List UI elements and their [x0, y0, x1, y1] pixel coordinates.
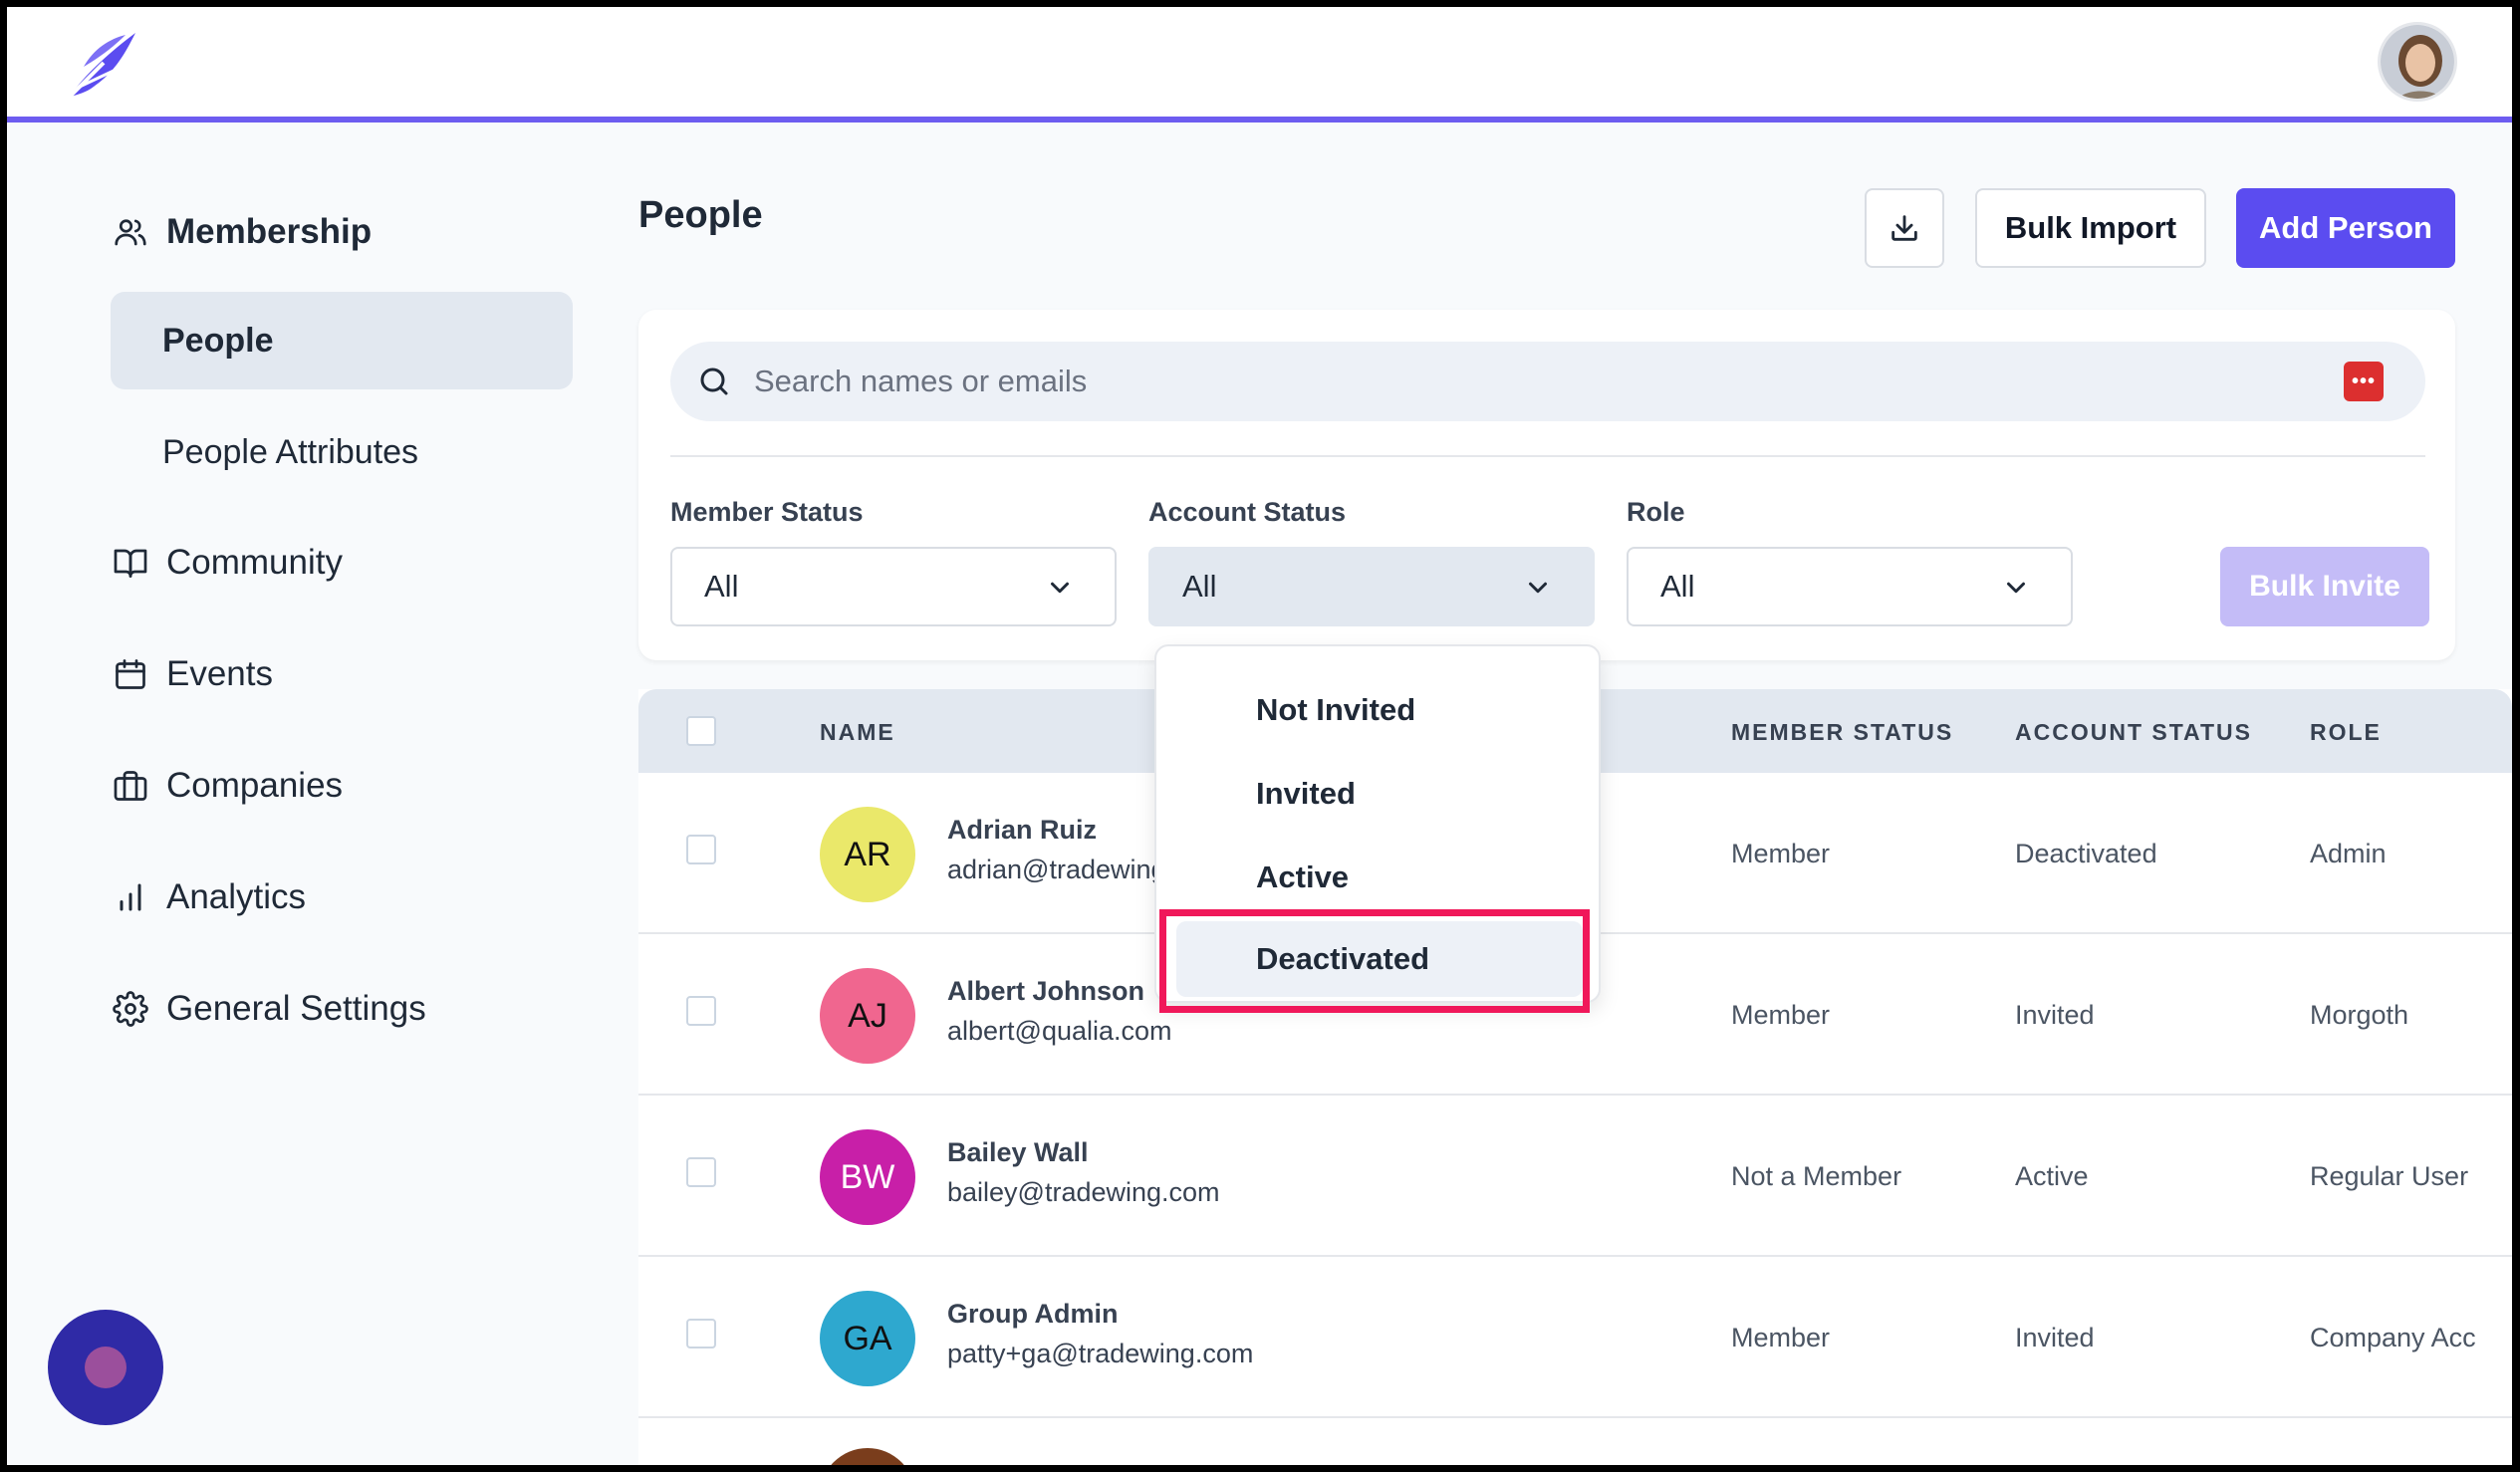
row-checkbox[interactable]: [686, 835, 716, 864]
sidebar-item-label: People: [162, 321, 274, 360]
chevron-down-icon: [2007, 582, 2025, 594]
person-name: Adrian Ruiz: [947, 815, 1098, 845]
user-avatar[interactable]: [2378, 22, 2457, 102]
account-status-cell: Invited: [2015, 1323, 2095, 1352]
bulk-import-button[interactable]: Bulk Import: [1975, 188, 2206, 268]
member-status-select[interactable]: All: [670, 547, 1117, 626]
account-status-cell: Active: [2015, 1161, 2089, 1191]
option-active[interactable]: Active: [1176, 840, 1583, 915]
sidebar-item-community[interactable]: Community: [111, 533, 343, 593]
sidebar-item-general-settings[interactable]: General Settings: [111, 979, 426, 1039]
avatar: [820, 1448, 915, 1465]
gear-icon: [111, 989, 150, 1029]
avatar: AR: [820, 807, 915, 902]
person-name: Bailey Wall: [947, 1137, 1089, 1167]
row-checkbox[interactable]: [686, 996, 716, 1026]
sidebar-item-label: Community: [166, 543, 343, 582]
chat-icon: [85, 1347, 126, 1388]
book-open-icon: [111, 543, 150, 583]
password-manager-icon[interactable]: •••: [2344, 362, 2384, 401]
account-status-value: All: [1182, 569, 1217, 604]
row-checkbox[interactable]: [686, 1157, 716, 1187]
users-icon: [111, 212, 150, 252]
person-name: Group Admin: [947, 1299, 1119, 1329]
member-status-cell: Member: [1731, 839, 1831, 868]
sidebar-item-label: Events: [166, 654, 273, 693]
person-email: albert@qualia.com: [947, 1016, 1172, 1046]
search-icon: [700, 368, 728, 395]
sidebar-item-people[interactable]: People: [111, 292, 573, 389]
member-status-value: All: [704, 569, 739, 604]
option-invited[interactable]: Invited: [1176, 756, 1583, 832]
table-row[interactable]: BW Bailey Wall bailey@tradewing.com Not …: [638, 1096, 2512, 1257]
role-value: All: [1660, 569, 1695, 604]
account-status-label: Account Status: [1148, 497, 1347, 527]
add-person-button[interactable]: Add Person: [2236, 188, 2455, 268]
divider: [670, 455, 2425, 457]
avatar: AJ: [820, 968, 915, 1064]
sidebar-item-label: Companies: [166, 766, 344, 805]
role-label: Role: [1627, 497, 1685, 527]
sidebar-item-membership[interactable]: Membership: [111, 202, 372, 262]
app-frame: Membership People People Attributes Comm…: [7, 7, 2512, 1465]
member-status-label: Member Status: [670, 497, 864, 527]
account-status-dropdown: Not Invited Invited Active Deactivated: [1154, 644, 1601, 1003]
feather-logo-icon[interactable]: [64, 27, 139, 103]
avatar: GA: [820, 1291, 915, 1386]
column-header-account-status[interactable]: ACCOUNT STATUS: [2015, 719, 2252, 746]
account-status-cell: Deactivated: [2015, 839, 2157, 868]
filter-card: Search names or emails ••• Member Status…: [638, 310, 2455, 660]
chat-launcher-button[interactable]: [48, 1310, 163, 1425]
account-status-select[interactable]: All: [1148, 547, 1595, 626]
member-status-cell: Not a Member: [1731, 1161, 1902, 1191]
user-photo-icon: [2381, 25, 2454, 99]
sidebar-item-label: People Attributes: [162, 432, 419, 471]
column-header-role[interactable]: ROLE: [2310, 719, 2382, 746]
sidebar-item-people-attributes[interactable]: People Attributes: [111, 403, 573, 501]
calendar-icon: [111, 654, 150, 694]
member-status-cell: Member: [1731, 1000, 1831, 1030]
role-select[interactable]: All: [1627, 547, 2073, 626]
person-name: Albert Johnson: [947, 976, 1145, 1006]
role-cell: Morgoth: [2310, 1000, 2409, 1030]
member-status-cell: Member: [1731, 1323, 1831, 1352]
download-button[interactable]: [1865, 188, 1944, 268]
sidebar-item-label: Analytics: [166, 877, 307, 916]
sidebar-item-companies[interactable]: Companies: [111, 756, 343, 816]
sidebar-item-analytics[interactable]: Analytics: [111, 867, 306, 927]
option-not-invited[interactable]: Not Invited: [1176, 672, 1583, 748]
option-deactivated[interactable]: Deactivated: [1176, 921, 1583, 997]
top-bar: [7, 7, 2512, 123]
person-email: bailey@tradewing.com: [947, 1177, 1220, 1207]
chevron-down-icon: [1051, 582, 1069, 594]
briefcase-icon: [111, 766, 150, 806]
sidebar-item-label: General Settings: [166, 989, 426, 1028]
avatar: BW: [820, 1129, 915, 1225]
column-header-name[interactable]: NAME: [820, 719, 895, 746]
table-row[interactable]: GA Group Admin patty+ga@tradewing.com Me…: [638, 1257, 2512, 1418]
chevron-down-icon: [1529, 582, 1547, 594]
sidebar-item-label: Membership: [166, 212, 373, 251]
select-all-checkbox[interactable]: [686, 716, 716, 746]
search-input[interactable]: Search names or emails •••: [670, 342, 2425, 421]
bulk-invite-button[interactable]: Bulk Invite: [2220, 547, 2429, 626]
search-placeholder: Search names or emails: [754, 364, 1088, 398]
role-cell: Company Acc: [2310, 1323, 2476, 1352]
sidebar-item-events[interactable]: Events: [111, 644, 273, 704]
person-email: patty+ga@tradewing.com: [947, 1339, 1254, 1368]
row-checkbox[interactable]: [686, 1319, 716, 1349]
download-icon: [1891, 215, 1917, 241]
role-cell: Admin: [2310, 839, 2387, 868]
bar-chart-icon: [111, 877, 150, 917]
account-status-cell: Invited: [2015, 1000, 2095, 1030]
column-header-member-status[interactable]: MEMBER STATUS: [1731, 719, 1953, 746]
sidebar: Membership People People Attributes Comm…: [7, 123, 605, 1465]
role-cell: Regular User: [2310, 1161, 2469, 1191]
page-title: People: [638, 194, 763, 236]
